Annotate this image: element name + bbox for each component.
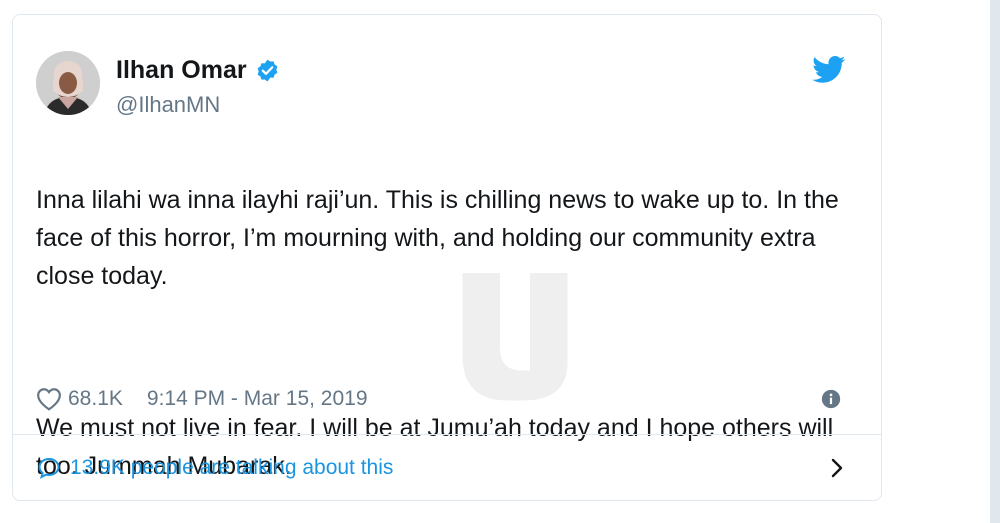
verified-badge-icon bbox=[257, 59, 277, 82]
author-avatar[interactable] bbox=[36, 51, 100, 115]
tweet-meta-row: 68.1K 9:14 PM - Mar 15, 2019 bbox=[36, 384, 846, 414]
like-count[interactable]: 68.1K bbox=[68, 387, 123, 411]
tweet-paragraph-1: Inna lilahi wa inna ilayhi raji’un. This… bbox=[36, 186, 839, 290]
conversation-link[interactable]: 13.9K people are talking about this bbox=[36, 452, 846, 484]
chevron-right-icon[interactable] bbox=[828, 458, 846, 478]
author-handle[interactable]: @IlhanMN bbox=[116, 92, 220, 118]
card-divider bbox=[13, 434, 881, 435]
conversation-text[interactable]: 13.9K people are talking about this bbox=[70, 456, 393, 480]
tweet-timestamp[interactable]: 9:14 PM - Mar 15, 2019 bbox=[147, 387, 368, 411]
speech-bubble-icon bbox=[38, 457, 60, 479]
twitter-bird-icon[interactable] bbox=[812, 56, 846, 84]
page-edge bbox=[990, 0, 1000, 523]
heart-icon[interactable] bbox=[36, 387, 62, 411]
author-name[interactable]: Ilhan Omar bbox=[116, 56, 247, 85]
avatar-portrait bbox=[36, 51, 100, 115]
author-name-row[interactable]: Ilhan Omar bbox=[116, 56, 280, 85]
info-icon[interactable] bbox=[820, 388, 842, 410]
